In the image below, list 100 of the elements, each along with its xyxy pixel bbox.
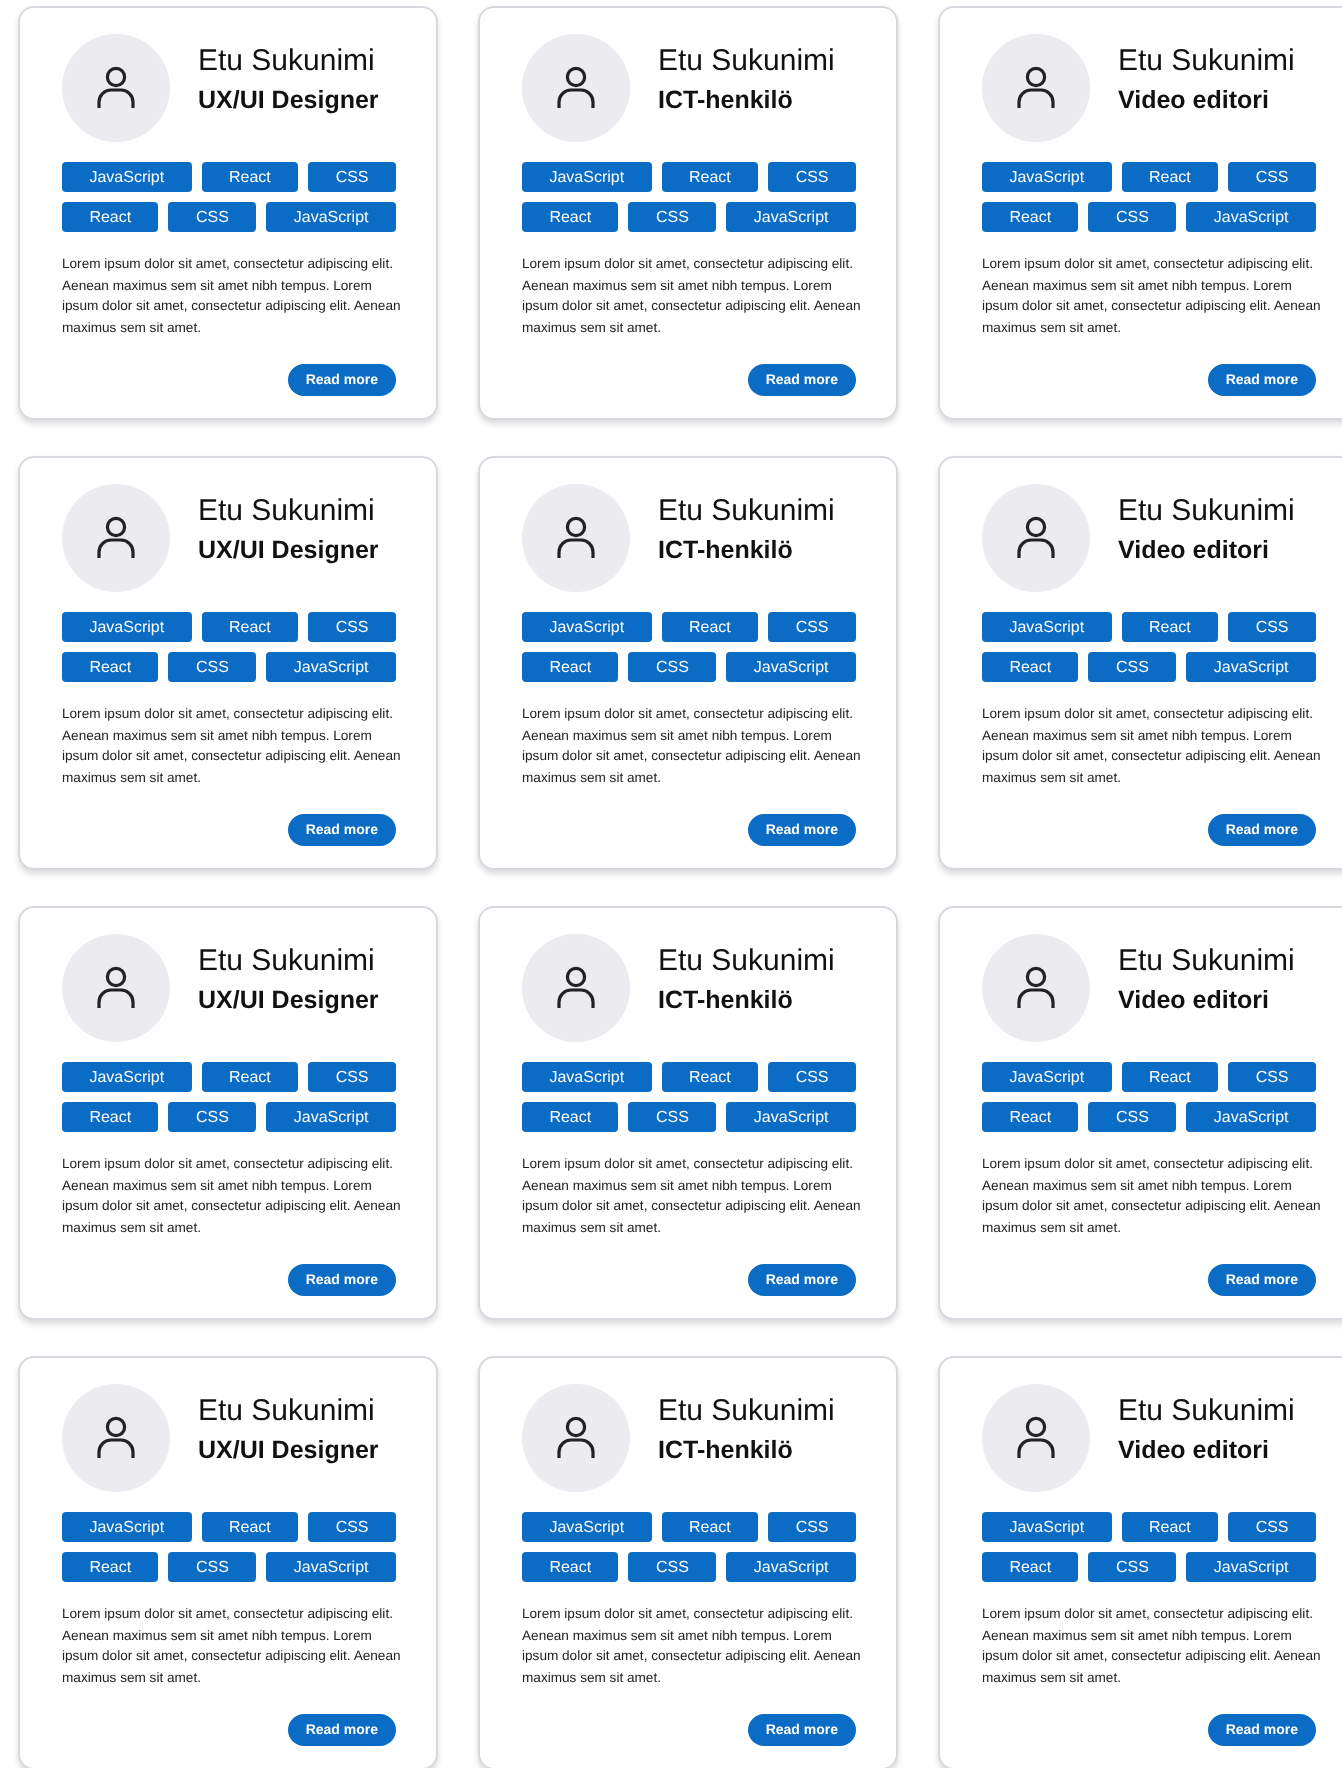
skill-tag: CSS xyxy=(1228,1512,1316,1542)
person-icon xyxy=(96,1416,136,1460)
person-name: Etu Sukunimi xyxy=(198,1393,377,1427)
job-title: Video editori xyxy=(1118,1435,1271,1463)
skill-tag: React xyxy=(522,1552,619,1582)
skill-tag: CSS xyxy=(1088,1552,1177,1582)
skill-tag: React xyxy=(201,1062,299,1092)
job-title: UX/UI Designer xyxy=(198,985,379,1013)
person-icon xyxy=(1016,1416,1056,1460)
skill-tag: JavaScript xyxy=(726,1102,856,1132)
person-name: Etu Sukunimi xyxy=(1118,43,1295,77)
person-name: Etu Sukunimi xyxy=(658,1393,835,1427)
skill-tag: CSS xyxy=(308,162,396,192)
skill-tag: CSS xyxy=(1088,1102,1177,1132)
person-icon xyxy=(1016,966,1056,1010)
skill-tag: JavaScript xyxy=(982,1512,1112,1542)
skill-tag: JavaScript xyxy=(726,1552,856,1582)
job-title: Video editori xyxy=(1118,85,1271,113)
skill-tag: CSS xyxy=(1228,1062,1316,1092)
skill-tag: CSS xyxy=(628,202,717,232)
job-title: ICT-henkilö xyxy=(658,85,795,113)
skill-tag: React xyxy=(982,202,1079,232)
person-icon xyxy=(1016,516,1056,560)
skill-tag: JavaScript xyxy=(1186,1552,1316,1582)
skill-tag: JavaScript xyxy=(1186,652,1316,682)
skill-tag: JavaScript xyxy=(1186,1102,1316,1132)
skill-tag: React xyxy=(62,1102,159,1132)
job-title: UX/UI Designer xyxy=(198,1435,379,1463)
skill-tag: CSS xyxy=(1228,162,1316,192)
skill-tag: CSS xyxy=(768,1062,856,1092)
skill-tag: React xyxy=(982,1102,1079,1132)
person-name: Etu Sukunimi xyxy=(1118,493,1295,527)
job-title: UX/UI Designer xyxy=(198,535,379,563)
skill-tag: React xyxy=(62,652,159,682)
skill-tag: CSS xyxy=(168,1102,257,1132)
job-title: ICT-henkilö xyxy=(658,985,795,1013)
person-name: Etu Sukunimi xyxy=(198,943,377,977)
skill-tag: CSS xyxy=(308,612,396,642)
skill-tag: JavaScript xyxy=(522,1062,652,1092)
skill-tag: React xyxy=(982,652,1079,682)
person-name: Etu Sukunimi xyxy=(658,43,835,77)
skill-tag: JavaScript xyxy=(982,1062,1112,1092)
person-name: Etu Sukunimi xyxy=(1118,1393,1295,1427)
skill-tag: JavaScript xyxy=(522,612,652,642)
person-icon xyxy=(556,516,596,560)
skill-tag: CSS xyxy=(1088,202,1177,232)
skill-tag: React xyxy=(1121,1062,1219,1092)
skill-tag: JavaScript xyxy=(62,162,192,192)
skill-tag: JavaScript xyxy=(522,1512,652,1542)
person-name: Etu Sukunimi xyxy=(658,943,835,977)
skill-tag: JavaScript xyxy=(1186,202,1316,232)
skill-tag: CSS xyxy=(168,202,257,232)
skill-tag: CSS xyxy=(1228,612,1316,642)
person-icon xyxy=(1016,66,1056,110)
skill-tag: CSS xyxy=(308,1062,396,1092)
person-icon xyxy=(96,966,136,1010)
job-title: Video editori xyxy=(1118,535,1271,563)
skill-tag: React xyxy=(661,1062,759,1092)
skill-tag: CSS xyxy=(768,162,856,192)
person-icon xyxy=(96,516,136,560)
skill-tag: CSS xyxy=(168,652,257,682)
person-name: Etu Sukunimi xyxy=(198,43,377,77)
job-title: Video editori xyxy=(1118,985,1271,1013)
skill-tag: React xyxy=(62,1552,159,1582)
skill-tag: CSS xyxy=(768,1512,856,1542)
person-name: Etu Sukunimi xyxy=(1118,943,1295,977)
person-icon xyxy=(556,1416,596,1460)
skill-tag: JavaScript xyxy=(726,202,856,232)
skill-tag: JavaScript xyxy=(726,652,856,682)
person-name: Etu Sukunimi xyxy=(198,493,377,527)
skill-tag: JavaScript xyxy=(982,612,1112,642)
skill-tag: React xyxy=(62,202,159,232)
person-name: Etu Sukunimi xyxy=(658,493,835,527)
skill-tag: JavaScript xyxy=(266,1552,396,1582)
skill-tag: CSS xyxy=(628,652,717,682)
skill-tag: JavaScript xyxy=(522,162,652,192)
person-icon xyxy=(556,66,596,110)
skill-tag: React xyxy=(201,162,299,192)
skill-tag: React xyxy=(661,162,759,192)
skill-tag: React xyxy=(661,1512,759,1542)
skill-tag: React xyxy=(1121,1512,1219,1542)
skill-tag: React xyxy=(661,612,759,642)
skill-tag: JavaScript xyxy=(266,202,396,232)
skill-tag: JavaScript xyxy=(62,1512,192,1542)
job-title: ICT-henkilö xyxy=(658,535,795,563)
skill-tag: CSS xyxy=(628,1102,717,1132)
skill-tag: CSS xyxy=(768,612,856,642)
skill-tag: JavaScript xyxy=(266,652,396,682)
skill-tag: CSS xyxy=(1088,652,1177,682)
job-title: ICT-henkilö xyxy=(658,1435,795,1463)
skill-tag: CSS xyxy=(308,1512,396,1542)
skill-tag: CSS xyxy=(168,1552,257,1582)
skill-tag: React xyxy=(522,1102,619,1132)
skill-tag: React xyxy=(201,1512,299,1542)
job-title: UX/UI Designer xyxy=(198,85,379,113)
skill-tag: JavaScript xyxy=(62,1062,192,1092)
skill-tag: React xyxy=(1121,162,1219,192)
skill-tag: React xyxy=(522,202,619,232)
skill-tag: CSS xyxy=(628,1552,717,1582)
skill-tag: React xyxy=(522,652,619,682)
